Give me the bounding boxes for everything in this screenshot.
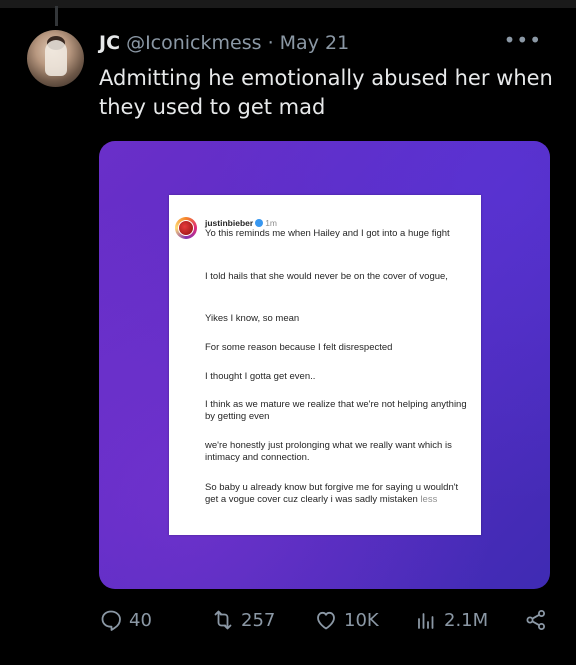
heart-icon (317, 611, 335, 630)
caption-last-paragraph: So baby u already know but forgive me fo… (205, 482, 473, 506)
author-handle[interactable]: @Iconickmess (126, 32, 261, 54)
instagram-screenshot: justinbieber 1m Yo this reminds me when H… (169, 195, 481, 535)
caption-paragraph: I told hails that she would never be on … (205, 271, 448, 282)
instagram-username: justinbieber (205, 218, 254, 228)
reply-icon (101, 610, 121, 631)
caption-paragraph: I thought I gotta get even.. (205, 371, 316, 382)
views-button[interactable]: 2.1M (414, 608, 488, 632)
less-link[interactable]: less (420, 494, 437, 505)
repost-count: 257 (241, 609, 276, 631)
caption-paragraph: Yikes I know, so mean (205, 313, 300, 324)
caption-paragraph: Yo this reminds me when Hailey and I got… (205, 228, 450, 239)
tweet-header: JC @Iconickmess · May 21 (99, 30, 349, 56)
share-button[interactable] (524, 608, 548, 632)
like-count: 10K (344, 609, 379, 631)
thread-line (55, 6, 58, 26)
view-count: 2.1M (444, 609, 489, 631)
repost-button[interactable]: 257 (211, 608, 275, 632)
analytics-icon (418, 613, 434, 629)
tweet-text: Admitting he emotionally abused her when… (99, 66, 553, 119)
avatar[interactable] (27, 30, 84, 87)
verified-badge-icon (255, 219, 264, 227)
reply-button[interactable]: 40 (99, 608, 152, 632)
instagram-avatar (175, 217, 197, 239)
caption-paragraph: For some reason because I felt disrespec… (205, 342, 393, 353)
tweet-date[interactable]: May 21 (280, 32, 350, 54)
caption-paragraph: I think as we mature we realize that we'… (205, 399, 467, 422)
instagram-time: 1m (265, 218, 277, 228)
avatar-figure (45, 40, 67, 76)
tweet-actions: 40 257 10K 2.1M (99, 608, 559, 638)
caption-paragraph: we're honestly just prolonging what we r… (205, 440, 452, 463)
like-button[interactable]: 10K (314, 608, 379, 632)
reply-count: 40 (129, 609, 152, 631)
share-icon (526, 610, 545, 630)
more-options-icon[interactable]: ••• (504, 28, 542, 52)
separator: · (267, 32, 274, 54)
repost-icon (214, 610, 232, 630)
top-strip (0, 0, 576, 8)
author-name[interactable]: JC (99, 32, 120, 54)
